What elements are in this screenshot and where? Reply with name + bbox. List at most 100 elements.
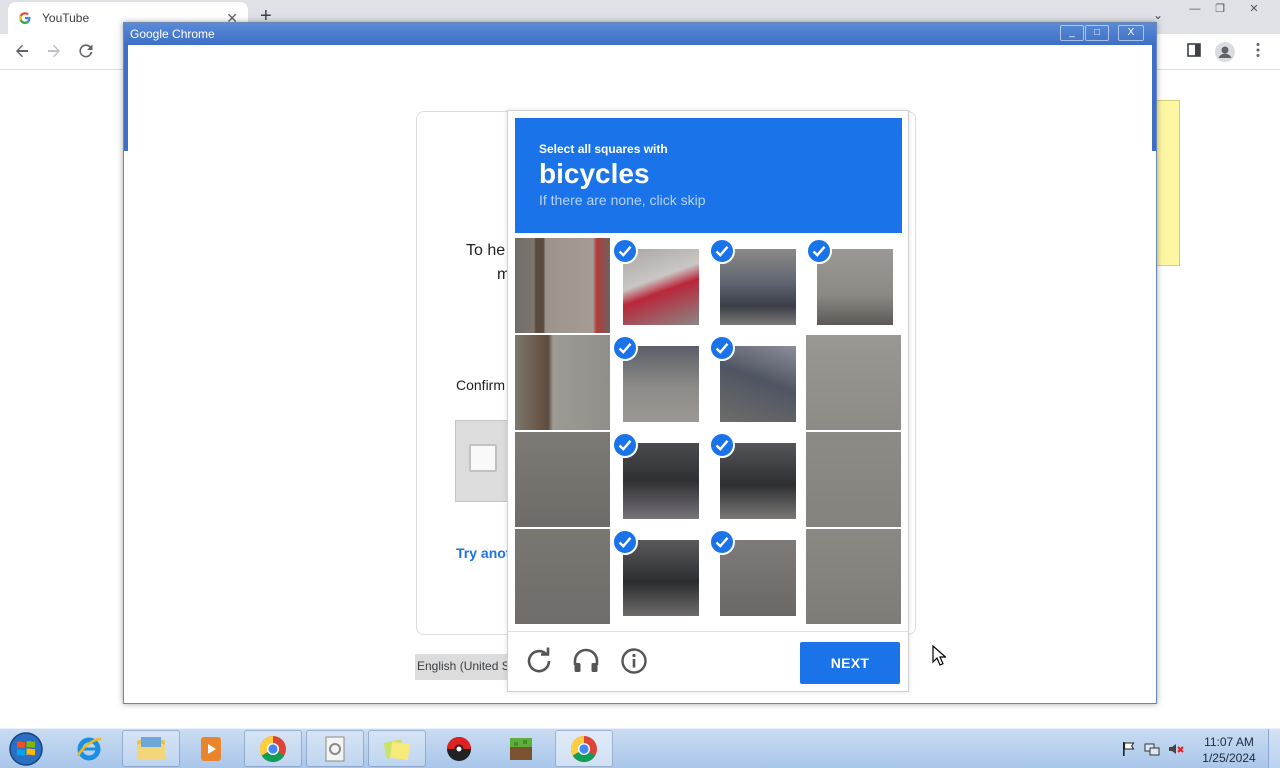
start-button[interactable] [6,731,46,767]
internet-explorer-icon [76,737,102,760]
tile-checkmark-icon [612,529,638,555]
image-tile[interactable] [515,432,610,527]
clock-date: 1/25/2024 [1202,751,1256,765]
menu-kebab-icon[interactable] [1248,42,1268,62]
media-player-icon [201,736,221,761]
tile-image [515,238,610,333]
tile-image [806,529,901,624]
reload-icon[interactable] [76,42,96,62]
taskbar-minecraft[interactable] [492,730,550,767]
image-tile[interactable] [612,529,707,624]
recaptcha-challenge: Select all squares with bicycles If ther… [507,110,909,692]
tile-checkmark-icon [709,238,735,264]
popup-minimize-button[interactable]: _ [1060,25,1084,41]
image-tile-grid [515,238,902,626]
clock-time: 11:07 AM [1204,735,1254,749]
window-minimize-button[interactable]: — [1184,2,1206,16]
skip-hint-text: If there are none, click skip [539,192,706,208]
next-button[interactable]: NEXT [800,642,900,684]
image-tile[interactable] [515,529,610,624]
image-tile[interactable] [612,432,707,527]
image-tile[interactable] [709,432,804,527]
volume-muted-icon[interactable] [1168,741,1184,757]
google-icon [18,11,32,25]
image-tile[interactable] [806,335,901,430]
reload-challenge-icon[interactable] [524,646,554,676]
image-tile[interactable] [709,529,804,624]
instruction-text: Select all squares with [539,142,668,156]
tile-checkmark-icon [709,335,735,361]
recaptcha-anchor[interactable] [455,420,515,502]
back-icon[interactable] [12,42,32,62]
popup-titlebar[interactable]: Google Chrome [124,23,1156,45]
tile-image [623,249,699,325]
tile-image [515,529,610,624]
popup-close-button[interactable]: X [1118,25,1144,41]
taskbar-chrome-2-active[interactable] [555,730,613,767]
show-desktop-button[interactable] [1268,729,1280,768]
image-tile[interactable] [709,238,804,333]
info-icon[interactable] [619,646,649,676]
popup-maximize-button[interactable]: □ [1085,25,1109,41]
challenge-header: Select all squares with bicycles If ther… [515,118,902,233]
forward-icon[interactable] [44,42,64,62]
window-restore-button[interactable]: ❐ [1209,2,1231,16]
tile-image [817,249,893,325]
image-tile[interactable] [612,335,707,430]
language-select[interactable]: English (United S [415,654,515,680]
target-object-text: bicycles [539,158,650,189]
action-center-flag-icon[interactable] [1120,741,1136,757]
sticky-note [1156,100,1180,266]
taskbar-file-explorer[interactable] [122,730,180,767]
system-tray [1120,741,1184,757]
profile-icon[interactable] [1215,42,1235,62]
chrome-icon [570,735,597,762]
tile-image [720,346,796,422]
side-panel-icon[interactable] [1184,42,1204,62]
image-tile[interactable] [806,432,901,527]
system-clock[interactable]: 11:07 AM 1/25/2024 [1196,734,1262,766]
recaptcha-checkbox[interactable] [469,444,497,472]
tile-image [806,335,901,430]
network-icon[interactable] [1144,741,1160,757]
image-tile[interactable] [515,238,610,333]
signin-text-line1: To he [466,242,506,259]
tile-image [720,249,796,325]
taskbar-sticky-notes[interactable] [368,730,426,767]
taskbar-app-ball[interactable] [430,730,488,767]
minecraft-icon [510,737,532,760]
chrome-icon [259,735,286,762]
mouse-cursor-icon [932,645,946,666]
tile-checkmark-icon [709,432,735,458]
image-tile[interactable] [806,238,901,333]
document-icon [325,736,345,761]
image-tile[interactable] [709,335,804,430]
tile-checkmark-icon [806,238,832,264]
tile-image [623,540,699,616]
taskbar-document-app[interactable] [306,730,364,767]
audio-challenge-icon[interactable] [571,646,601,676]
tile-image [623,443,699,519]
taskbar-chrome-1[interactable] [244,730,302,767]
window-close-button[interactable]: ✕ [1243,2,1265,16]
red-ball-app-icon [447,736,471,761]
challenge-footer: NEXT [508,631,908,691]
tile-image [515,335,610,430]
image-tile[interactable] [515,335,610,430]
tab-search-button[interactable]: ⌄ [1153,8,1163,22]
window-edge-right [1152,45,1156,151]
tile-checkmark-icon [612,432,638,458]
image-tile[interactable] [806,529,901,624]
tile-image [720,540,796,616]
tile-checkmark-icon [612,335,638,361]
tile-image [515,432,610,527]
tile-image [720,443,796,519]
tile-checkmark-icon [709,529,735,555]
confirm-label: Confirm [456,377,506,393]
try-another-way-link[interactable]: Try anot [456,545,510,561]
image-tile[interactable] [612,238,707,333]
taskbar-internet-explorer[interactable] [60,730,118,767]
sticky-notes-icon [383,738,411,760]
taskbar-media-player[interactable] [182,730,240,767]
tile-checkmark-icon [612,238,638,264]
